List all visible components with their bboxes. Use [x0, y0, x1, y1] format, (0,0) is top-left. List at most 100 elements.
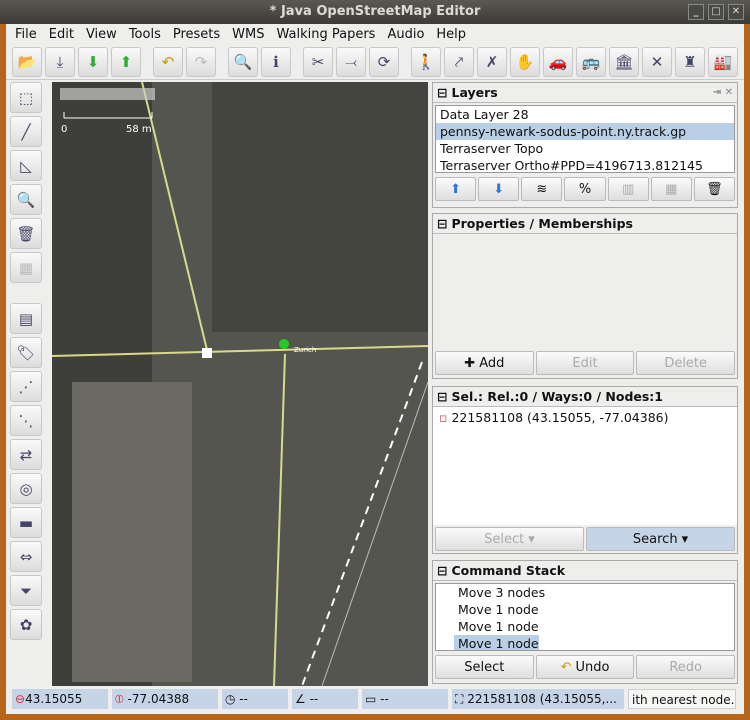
close-button[interactable]: ✕: [728, 4, 744, 20]
selection-item[interactable]: ▫ 221581108 (43.15055, -77.04386): [433, 407, 737, 428]
panel-close-icon[interactable]: ⇥ ✕: [713, 87, 733, 98]
edit-label: Edit: [572, 355, 598, 371]
hand-button[interactable]: ✋: [510, 46, 540, 77]
disabled-mode-icon[interactable]: ▦: [10, 252, 42, 283]
menu-walking-papers[interactable]: Walking Papers: [271, 27, 380, 42]
delete-layer-button[interactable]: 🗑: [693, 177, 735, 201]
delete-button[interactable]: Delete: [636, 351, 736, 375]
merge-toggle-icon[interactable]: ⇔: [10, 541, 42, 572]
map-canvas[interactable]: Zurich 0 58 m: [52, 82, 428, 686]
command-list[interactable]: Move 3 nodes Move 1 node Move 1 node Mov…: [435, 583, 735, 651]
cross-button[interactable]: ✕: [642, 46, 672, 77]
status-bar: ⊖43.15055 ⦶ -77.04388 ◷ -- ∠ -- ▭ -- ⛶ 2…: [12, 688, 738, 710]
merge-button[interactable]: ▥: [607, 177, 649, 201]
command-select-button[interactable]: Select: [435, 655, 534, 679]
map-view[interactable]: Zurich 0 58 m: [52, 82, 428, 686]
collapse-icon[interactable]: ⊟: [437, 85, 447, 100]
search-button[interactable]: Search ▾: [586, 527, 735, 551]
select-button[interactable]: Select ▾: [435, 527, 584, 551]
visibility-button[interactable]: %: [564, 177, 606, 201]
command-item[interactable]: Move 1 node: [454, 601, 734, 618]
activate-button[interactable]: ≋: [521, 177, 563, 201]
mode-toolbar: ⬚ ╱ ◺ 🔍 🗑 ▦ ▤ 🏷 ⋰ ⋱ ⇄ ◎ ▬ ⇔ ⏷ ✿: [10, 82, 46, 640]
conflict-toggle-icon[interactable]: ⇄: [10, 439, 42, 470]
layer-item[interactable]: Terraserver Ortho#PPD=4196713.812145: [436, 157, 734, 172]
menu-tools[interactable]: Tools: [124, 27, 166, 42]
command-stack-title: Command Stack: [451, 563, 566, 578]
bus-button[interactable]: 🚌: [576, 46, 606, 77]
delete-mode-icon[interactable]: 🗑: [10, 218, 42, 249]
selection-toggle-icon[interactable]: ⋱: [10, 405, 42, 436]
menu-presets[interactable]: Presets: [168, 27, 225, 42]
menu-file[interactable]: File: [10, 27, 42, 42]
history-toggle-icon[interactable]: ◎: [10, 473, 42, 504]
refresh-button[interactable]: ⟳: [369, 46, 399, 77]
move-down-button[interactable]: ⬇: [478, 177, 520, 201]
save-button[interactable]: ⤓: [45, 46, 75, 77]
move-up-button[interactable]: ⬆: [435, 177, 477, 201]
car-button[interactable]: 🚗: [543, 46, 573, 77]
delete-label: Delete: [664, 355, 708, 371]
layers-toggle-icon[interactable]: ▤: [10, 303, 42, 334]
menu-help[interactable]: Help: [431, 27, 471, 42]
map-node-label: Zurich: [294, 346, 316, 354]
castle-button[interactable]: ♜: [675, 46, 705, 77]
selection-list[interactable]: ▫ 221581108 (43.15055, -77.04386): [433, 407, 737, 525]
properties-panel: ⊟ Properties / Memberships ✚ Add Edit Del…: [432, 213, 738, 379]
cycleway-preset-button[interactable]: ✗: [477, 46, 507, 77]
footway-preset-button[interactable]: 🚶: [411, 46, 441, 77]
layer-item[interactable]: pennsy-newark-sodus-point.ny.track.gp: [436, 123, 734, 140]
longitude-value: -77.04388: [127, 692, 190, 706]
split-way-button[interactable]: ✂: [303, 46, 333, 77]
zoom-mode-icon[interactable]: 🔍: [10, 184, 42, 215]
download-button[interactable]: ⬇: [78, 46, 108, 77]
collapse-icon[interactable]: ⊟: [437, 389, 447, 404]
upload-button[interactable]: ⬆: [111, 46, 141, 77]
minimize-button[interactable]: _: [688, 4, 704, 20]
info-button[interactable]: ℹ: [261, 46, 291, 77]
filter-toggle-icon[interactable]: ⏷: [10, 575, 42, 606]
path-preset-button[interactable]: ⤤: [444, 46, 474, 77]
redo-button[interactable]: ↷: [186, 46, 216, 77]
layer-item[interactable]: Terraserver Topo: [436, 140, 734, 157]
undo-button[interactable]: ↶ Undo: [535, 655, 635, 679]
duplicate-button[interactable]: ▦: [650, 177, 692, 201]
undo-label: Undo: [575, 659, 610, 675]
undo-button[interactable]: ↶: [153, 46, 183, 77]
draw-mode-icon[interactable]: ╱: [10, 116, 42, 147]
relation-toggle-icon[interactable]: ⋰: [10, 371, 42, 402]
measure-mode-icon[interactable]: ◺: [10, 150, 42, 181]
menu-edit[interactable]: Edit: [44, 27, 79, 42]
redo-label: Redo: [669, 659, 702, 675]
search-label: Search: [632, 531, 678, 547]
command-stack-panel: ⊟ Command Stack Move 3 nodes Move 1 node …: [432, 560, 738, 684]
menu-view[interactable]: View: [81, 27, 122, 42]
node-value: 221581108 (43.15055,...: [467, 692, 617, 706]
tags-toggle-icon[interactable]: 🏷: [10, 337, 42, 368]
plugin-toggle-icon[interactable]: ✿: [10, 609, 42, 640]
open-button[interactable]: 📂: [12, 46, 42, 77]
factory-button[interactable]: 🏭: [708, 46, 738, 77]
menu-wms[interactable]: WMS: [227, 27, 269, 42]
command-item[interactable]: Move 3 nodes: [454, 584, 734, 601]
properties-list[interactable]: [433, 234, 737, 349]
collapse-icon[interactable]: ⊟: [437, 216, 447, 231]
layer-list[interactable]: Data Layer 28 pennsy-newark-sodus-point.…: [435, 105, 735, 173]
menu-audio[interactable]: Audio: [382, 27, 429, 42]
select-mode-icon[interactable]: ⬚: [10, 82, 42, 113]
add-button[interactable]: ✚ Add: [435, 351, 534, 375]
redo-button[interactable]: Redo: [636, 655, 736, 679]
imagery-toggle-icon[interactable]: ▬: [10, 507, 42, 538]
title-bar: * Java OpenStreetMap Editor _ □ ✕: [0, 0, 750, 24]
distance-value: --: [380, 692, 389, 706]
edit-button[interactable]: Edit: [535, 351, 635, 375]
layer-item[interactable]: Data Layer 28: [436, 106, 734, 123]
select-label: Select: [484, 531, 525, 547]
maximize-button[interactable]: □: [708, 4, 724, 20]
command-item[interactable]: Move 1 node: [454, 618, 734, 635]
collapse-icon[interactable]: ⊟: [437, 563, 447, 578]
building-button[interactable]: 🏛: [609, 46, 639, 77]
preferences-button[interactable]: 🔍: [228, 46, 258, 77]
command-item[interactable]: Move 1 node: [454, 635, 539, 650]
combine-way-button[interactable]: ⤙: [336, 46, 366, 77]
